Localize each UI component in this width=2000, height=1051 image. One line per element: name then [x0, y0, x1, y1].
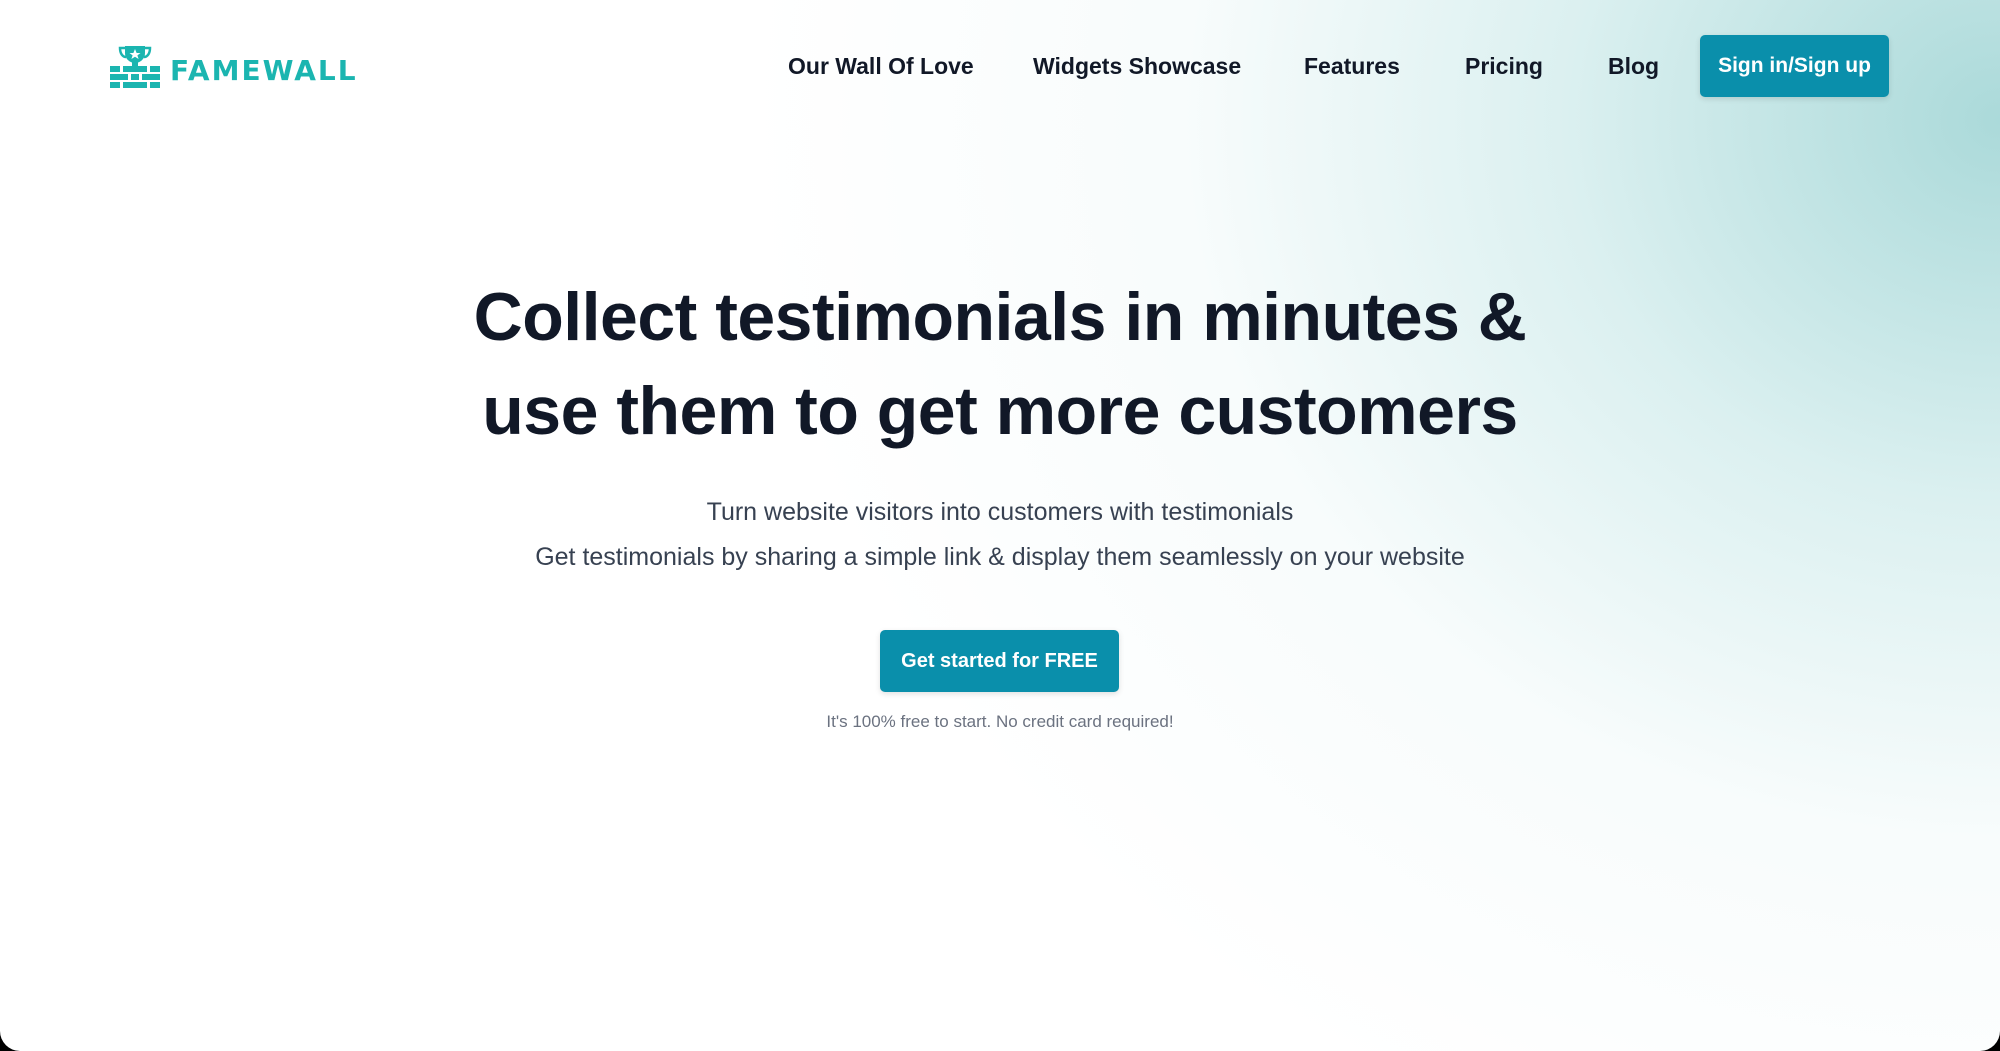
nav-item-pricing[interactable]: Pricing	[1465, 53, 1543, 80]
landing-page: FAMEWALL Our Wall Of Love Widgets Showca…	[0, 0, 2000, 1051]
hero-subtitle-line-1: Turn website visitors into customers wit…	[706, 498, 1294, 526]
signin-signup-button[interactable]: Sign in/Sign up	[1700, 35, 1889, 97]
hero-subtitle-line-2: Get testimonials by sharing a simple lin…	[535, 543, 1465, 571]
hero-title: Collect testimonials in minutes & use th…	[0, 270, 2000, 458]
hero-title-line-1: Collect testimonials in minutes &	[473, 279, 1527, 355]
hero-subtitle: Turn website visitors into customers wit…	[0, 490, 2000, 580]
cta-note: It's 100% free to start. No credit card …	[826, 712, 1174, 731]
trophy-brick-wall-icon	[110, 46, 160, 88]
brand-name: FAMEWALL	[170, 54, 358, 87]
get-started-button[interactable]: Get started for FREE	[880, 630, 1119, 692]
hero-title-line-2: use them to get more customers	[482, 373, 1518, 449]
nav-item-widgets-showcase[interactable]: Widgets Showcase	[1033, 53, 1241, 80]
nav-item-blog[interactable]: Blog	[1608, 53, 1659, 80]
nav-item-wall-of-love[interactable]: Our Wall Of Love	[788, 53, 974, 80]
brand-logo[interactable]: FAMEWALL	[110, 42, 358, 92]
nav-item-features[interactable]: Features	[1304, 53, 1400, 80]
